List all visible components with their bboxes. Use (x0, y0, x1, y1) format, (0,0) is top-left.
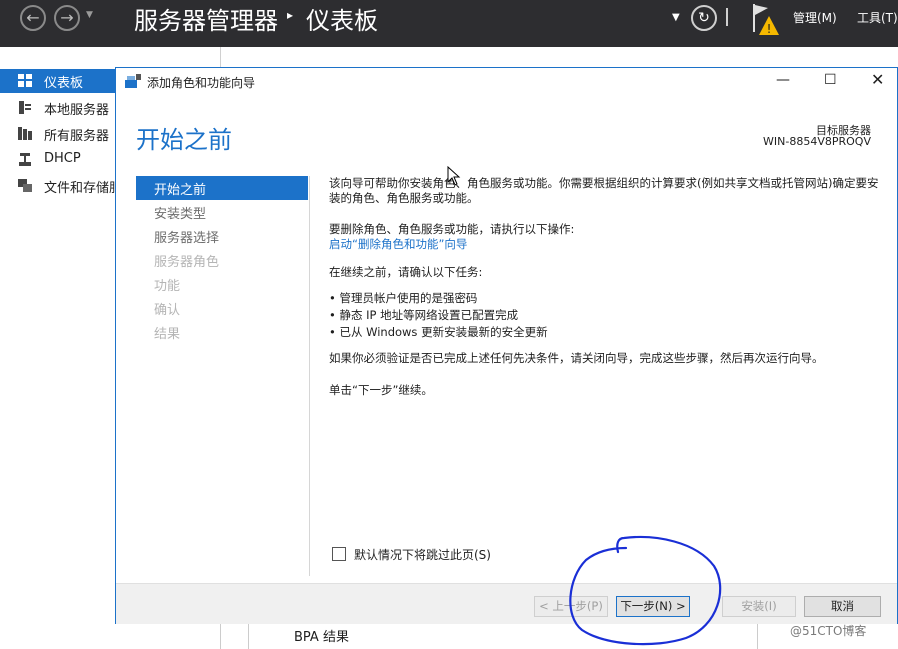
step-server-selection[interactable]: 服务器选择 (136, 224, 308, 248)
click-next-text: 单击“下一步”继续。 (329, 383, 433, 397)
app-title: 服务器管理器 (134, 7, 278, 35)
nav-item-all-servers[interactable]: 所有服务器 (0, 122, 116, 146)
step-confirmation: 确认 (136, 296, 308, 320)
divider (220, 624, 221, 649)
next-button[interactable]: 下一步(N) > (616, 596, 690, 617)
nav-item-label: 所有服务器 (44, 129, 110, 144)
step-server-roles: 服务器角色 (136, 248, 308, 272)
maximize-icon[interactable]: ☐ (824, 72, 837, 88)
step-label: 确认 (154, 303, 181, 318)
step-features: 功能 (136, 272, 308, 296)
nav-item-label: 本地服务器 (44, 103, 110, 118)
step-results: 结果 (136, 320, 308, 344)
verify-note-text: 如果你必须验证是否已完成上述任何先决条件，请关闭向导，完成这些步骤，然后再次运行… (329, 351, 824, 365)
step-label: 服务器选择 (154, 231, 220, 246)
remove-prompt-text: 要删除角色、角色服务或功能，请执行以下操作: (329, 222, 575, 236)
watermark: @51CTO博客 (790, 624, 867, 638)
add-roles-wizard-dialog: 添加角色和功能向导 — ☐ ✕ 开始之前 目标服务器 WIN-8854V8PRO… (115, 67, 898, 624)
wizard-app-icon (125, 74, 141, 88)
minimize-icon[interactable]: — (776, 72, 790, 88)
history-dropdown-icon[interactable]: ▼ (86, 10, 93, 20)
cancel-button[interactable]: 取消 (804, 596, 881, 617)
install-button[interactable]: 安装(I) (722, 596, 796, 617)
nav-item-file-storage[interactable]: 文件和存储服务 (0, 174, 116, 198)
step-label: 服务器角色 (154, 255, 220, 270)
target-server-name: WIN-8854V8PROQV (763, 135, 871, 148)
previous-button[interactable]: < 上一步(P) (534, 596, 608, 617)
task-item: • 静态 IP 地址等网络设置已配置完成 (329, 308, 519, 322)
before-continue-text: 在继续之前，请确认以下任务: (329, 265, 483, 279)
nav-item-label: 仪表板 (44, 76, 84, 91)
page-title: 开始之前 (136, 126, 232, 154)
step-installation-type[interactable]: 安装类型 (136, 200, 308, 224)
nav-item-label: 文件和存储服务 (44, 181, 116, 196)
close-icon[interactable]: ✕ (871, 70, 884, 89)
svg-text:!: ! (767, 22, 772, 36)
breadcrumb-separator: ▸ (287, 8, 294, 22)
step-before-you-begin[interactable]: 开始之前 (136, 176, 308, 200)
server-icon (19, 101, 31, 114)
step-label: 结果 (154, 327, 181, 342)
toolbar-divider (726, 8, 728, 26)
manage-menu[interactable]: 管理(M) (793, 9, 837, 26)
refresh-icon[interactable]: ↻ (691, 5, 717, 31)
task-item: • 已从 Windows 更新安装最新的安全更新 (329, 325, 548, 339)
dashboard-icon (18, 74, 32, 87)
steps-divider (309, 176, 310, 576)
back-arrow-icon[interactable]: ← (20, 5, 46, 31)
nav-item-local-server[interactable]: 本地服务器 (0, 96, 116, 120)
dropdown-icon[interactable]: ▼ (672, 12, 680, 23)
dialog-footer: < 上一步(P) 下一步(N) > 安装(I) 取消 (116, 583, 897, 624)
servers-icon (18, 127, 32, 140)
intro-text: 该向导可帮助你安装角色、角色服务或功能。你需要根据组织的计算要求(例如共享文档或… (329, 176, 879, 205)
dialog-title: 添加角色和功能向导 (147, 76, 256, 90)
file-storage-icon (18, 179, 32, 192)
bpa-results-label: BPA 结果 (294, 630, 349, 645)
server-manager-header: ← → ▼ 服务器管理器 ▸ 仪表板 ▼ ↻ ! 管理(M) 工具(T) (0, 0, 898, 47)
task-item: • 管理员帐户使用的是强密码 (329, 291, 478, 305)
tools-menu[interactable]: 工具(T) (857, 9, 898, 26)
divider (757, 624, 758, 649)
notification-flag-icon[interactable]: ! (750, 2, 780, 38)
step-label: 安装类型 (154, 207, 207, 222)
step-label: 功能 (154, 279, 181, 294)
mouse-cursor-icon (447, 166, 461, 186)
nav-item-dhcp[interactable]: DHCP (0, 148, 116, 172)
nav-item-label: DHCP (44, 151, 81, 166)
forward-arrow-icon[interactable]: → (54, 5, 80, 31)
breadcrumb-page: 仪表板 (306, 7, 378, 35)
nav-item-dashboard[interactable]: 仪表板 (0, 69, 116, 93)
dhcp-icon (19, 153, 31, 166)
skip-page-label[interactable]: 默认情况下将跳过此页(S) (354, 546, 491, 563)
divider (248, 624, 249, 649)
step-label: 开始之前 (154, 183, 207, 198)
divider (220, 47, 221, 67)
remove-roles-wizard-link[interactable]: 启动“删除角色和功能”向导 (329, 237, 881, 252)
skip-page-checkbox[interactable] (332, 547, 346, 561)
